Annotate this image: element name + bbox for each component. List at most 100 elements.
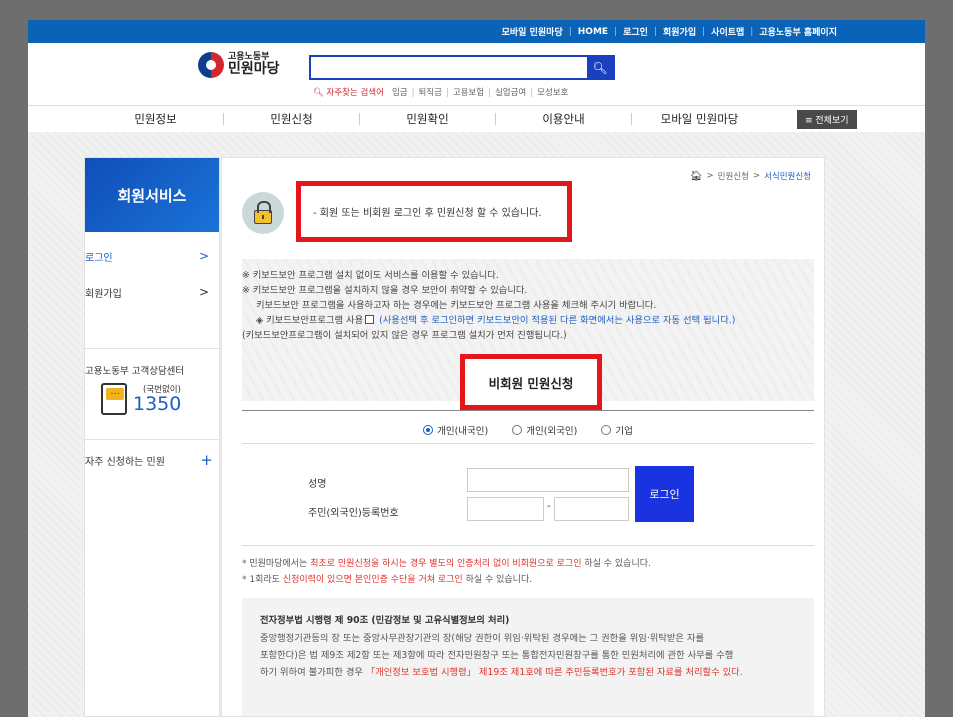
nav-item-apply[interactable]: 민원신청 <box>224 111 359 127</box>
call-center-title: 고용노동부 고객상담센터 <box>85 366 185 377</box>
browser-page: 모바일 민원마당 | HOME | 로그인 | 회원가입 | 사이트맵 | 고용노동부 홈… <box>28 20 925 717</box>
search-bar: 🔍︎ <box>309 55 615 80</box>
plus-icon: + <box>200 451 213 469</box>
login-info-line-2: * 1회라도 신청이력이 있으면 본인인증 수단을 거쳐 로그인 하실 수 있습… <box>242 575 533 585</box>
login-info: * 민원마당에서는 최초로 민원신청을 하시는 경우 별도의 인증처리 없이 비… <box>242 556 651 588</box>
login-notice-text: - 회원 또는 비회원 로그인 후 민원신청 할 수 있습니다. <box>313 208 542 219</box>
radio-company[interactable]: 기업 <box>601 423 633 437</box>
keyboard-option-row: ◈ 키보드보안프로그램 사용 (사용선택 후 로그인하면 키보드보안이 적용된 … <box>242 313 814 328</box>
law-title: 전자정부법 시행령 제 90조 (민감정보 및 고유식별정보의 처리) <box>260 615 510 626</box>
side-menu-title: 회원서비스 <box>85 158 219 232</box>
site-header: 고용노동부 민원마당 🔍︎ 🔍︎ 자주찾는 검색어 임금 퇴직금 고용보험 실업… <box>28 43 925 106</box>
name-label: 성명 <box>308 479 327 490</box>
breadcrumb-sep: > <box>706 171 714 181</box>
nav-item-check[interactable]: 민원확인 <box>360 111 495 127</box>
view-all-button[interactable]: ≡ 전체보기 <box>797 109 857 129</box>
nav-item-info[interactable]: 민원정보 <box>88 111 223 127</box>
side-menu-label: 로그인 <box>85 252 113 264</box>
keyword-link[interactable]: 고용보험 <box>446 86 484 98</box>
keyboard-option-label: ◈ 키보드보안프로그램 사용 <box>256 315 364 326</box>
radio-label: 개인(내국인) <box>437 425 489 437</box>
keyboard-option-note: (사용선택 후 로그인하면 키보드보안이 적용된 다른 화면에서는 사용으로 자… <box>379 315 736 326</box>
lock-icon <box>242 192 284 234</box>
topbar-link-mobile[interactable]: 모바일 민원마당 <box>502 25 563 38</box>
radio-label: 기업 <box>615 425 633 437</box>
nonmember-title-text: 비회원 민원신청 <box>488 375 574 391</box>
login-notice: - 회원 또는 비회원 로그인 후 민원신청 할 수 있습니다. <box>296 181 572 242</box>
logo-text: 고용노동부 민원마당 <box>228 52 280 78</box>
side-menu-label: 회원가입 <box>85 288 122 300</box>
breadcrumb: 🏠︎ > 민원신청 > 서식민원신청 <box>690 170 811 183</box>
breadcrumb-current: 서식민원신청 <box>764 172 811 182</box>
keyword-link[interactable]: 모성보호 <box>530 86 568 98</box>
radio-label: 개인(외국인) <box>526 425 578 437</box>
login-info-line-1: * 민원마당에서는 최초로 민원신청을 하시는 경우 별도의 인증처리 없이 비… <box>242 559 651 569</box>
radio-dot <box>601 424 612 435</box>
keyboard-notice-5: (키보드보안프로그램이 설치되어 있지 않은 경우 프로그램 설치가 먼저 진행… <box>242 330 567 341</box>
frequent-applications-toggle[interactable]: 자주 신청하는 민원 + <box>85 440 219 480</box>
phone-chat-icon <box>101 383 127 415</box>
radio-dot <box>423 424 434 435</box>
radio-dot <box>512 424 523 435</box>
separator: | <box>750 26 754 37</box>
site-logo[interactable]: 고용노동부 민원마당 <box>198 52 280 78</box>
taegeuk-logo-icon <box>198 52 224 78</box>
call-center-body: (국번없이) 1350 <box>85 383 219 415</box>
separator: | <box>702 26 706 37</box>
law-paragraph-1: 중앙행정기관등의 장 또는 중앙사무관장기관의 장(해당 권한이 위임·위탁된 … <box>260 633 705 644</box>
side-menu-item-join[interactable]: 회원가입 > <box>85 274 219 310</box>
keyboard-notice-1: ※ 키보드보안 프로그램 설치 없이도 서비스를 이용할 수 있습니다. <box>242 270 499 281</box>
frequent-applications-label: 자주 신청하는 민원 <box>85 456 165 468</box>
separator: | <box>568 26 572 37</box>
call-center-box: 고용노동부 고객상담센터 (국번없이) 1350 <box>85 348 219 440</box>
chevron-right-icon: > <box>198 249 209 263</box>
chevron-right-icon: > <box>198 285 209 299</box>
breadcrumb-sep: > <box>752 171 761 181</box>
logo-service: 민원마당 <box>228 61 280 78</box>
id-number-back-field[interactable] <box>554 497 629 521</box>
topbar-link-join[interactable]: 회원가입 <box>663 25 696 38</box>
breadcrumb-item[interactable]: 민원신청 <box>718 170 749 182</box>
search-input[interactable] <box>311 57 587 78</box>
topbar-link-home[interactable]: HOME <box>578 27 608 37</box>
call-center-number: 1350 <box>133 393 182 415</box>
keyword-link[interactable]: 임금 <box>392 86 408 98</box>
nav-item-mobile[interactable]: 모바일 민원마당 <box>632 111 767 127</box>
lock-body <box>254 200 272 224</box>
content-area: 회원서비스 로그인 > 회원가입 > 고용노동부 고객상담센터 (국번없이) 1… <box>28 132 925 717</box>
keyboard-notice-2: ※ 키보드보안 프로그램을 설치하지 않을 경우 보안이 취약할 수 있습니다. <box>242 285 528 296</box>
keyboard-security-checkbox[interactable] <box>365 315 375 324</box>
topbar-link-moel[interactable]: 고용노동부 홈페이지 <box>759 25 837 38</box>
divider <box>242 545 814 546</box>
main-nav: 민원정보 민원신청 민원확인 이용안내 모바일 민원마당 ≡ 전체보기 <box>28 106 925 133</box>
separator: | <box>653 26 657 37</box>
home-icon[interactable]: 🏠︎ <box>690 171 703 182</box>
main-panel: 🏠︎ > 민원신청 > 서식민원신청 - 회원 또는 비회원 로그인 후 민원신… <box>221 157 825 717</box>
separator: | <box>614 26 618 37</box>
law-notice: 전자정부법 시행령 제 90조 (민감정보 및 고유식별정보의 처리) 중앙행정… <box>242 598 814 716</box>
name-field[interactable] <box>467 468 629 492</box>
id-number-dash: - <box>547 501 551 512</box>
applicant-type-group: 개인(내국인) 개인(외국인) 기업 <box>242 420 814 444</box>
topbar-link-login[interactable]: 로그인 <box>623 25 648 38</box>
divider <box>242 410 814 411</box>
law-paragraph-3: 하기 위하여 불가피한 경우 「개인정보 보호법 시행령」 제19조 제1호에 … <box>260 667 743 678</box>
id-number-label: 주민(외국인)등록번호 <box>308 508 399 519</box>
popular-keywords-label: 🔍︎ 자주찾는 검색어 <box>313 88 384 98</box>
law-paragraph-2: 포함한다)은 법 제9조 제2항 또는 제3항에 따라 전자민원창구 또는 통합… <box>260 650 734 661</box>
keyword-link[interactable]: 실업급여 <box>488 86 526 98</box>
popular-keywords: 🔍︎ 자주찾는 검색어 임금 퇴직금 고용보험 실업급여 모성보호 <box>313 86 572 98</box>
radio-individual-domestic[interactable]: 개인(내국인) <box>423 423 488 437</box>
nav-item-guide[interactable]: 이용안내 <box>496 111 631 127</box>
radio-individual-foreign[interactable]: 개인(외국인) <box>512 423 577 437</box>
keyword-link[interactable]: 퇴직금 <box>412 86 441 98</box>
utility-bar: 모바일 민원마당 | HOME | 로그인 | 회원가입 | 사이트맵 | 고용노동부 홈… <box>28 20 925 43</box>
search-button[interactable]: 🔍︎ <box>587 57 613 78</box>
nonmember-title: 비회원 민원신청 <box>460 354 602 410</box>
id-number-front-field[interactable] <box>467 497 544 521</box>
side-menu-item-login[interactable]: 로그인 > <box>85 238 219 274</box>
side-menu: 회원서비스 로그인 > 회원가입 > 고용노동부 고객상담센터 (국번없이) 1… <box>84 157 220 717</box>
topbar-link-sitemap[interactable]: 사이트맵 <box>711 25 744 38</box>
login-button[interactable]: 로그인 <box>635 466 694 522</box>
keyboard-notice-3: 키보드보안 프로그램을 사용하고자 하는 경우에는 키보드보안 프로그램 사용을… <box>256 300 657 311</box>
